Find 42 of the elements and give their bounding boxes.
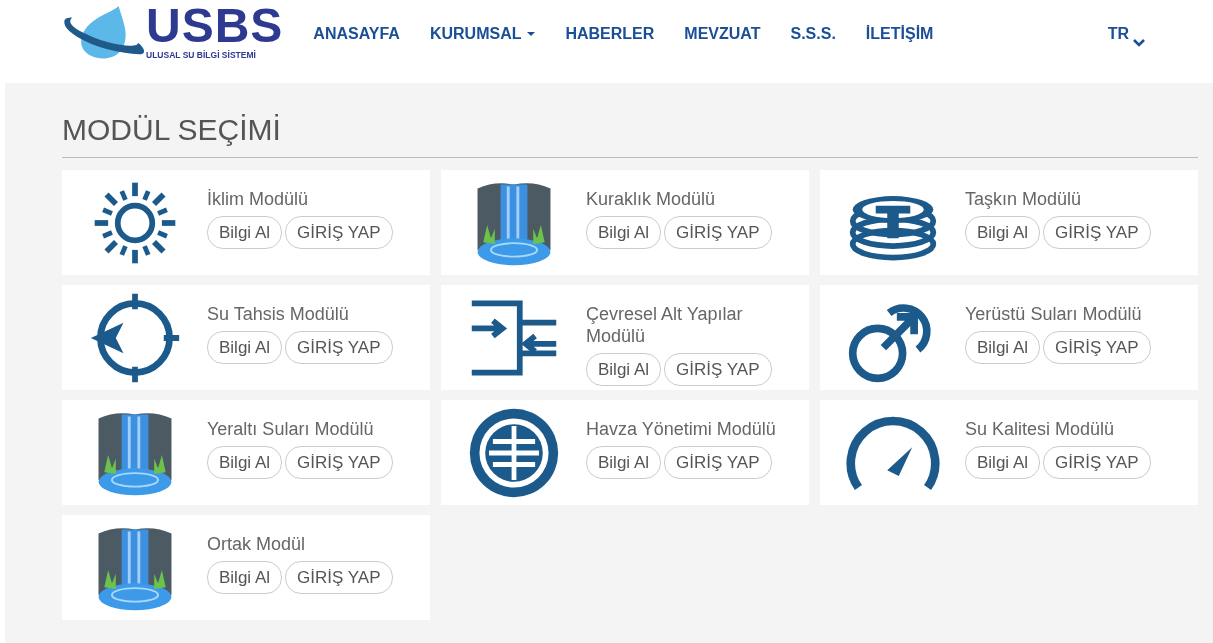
- module-button[interactable]: Bilgi Al: [207, 446, 283, 479]
- module-name: Çevresel Alt Yapılar Modülü: [586, 303, 744, 347]
- nav-link[interactable]: KURUMSAL: [429, 25, 536, 43]
- nav-link[interactable]: MEVZUAT: [684, 25, 761, 43]
- module-button[interactable]: GİRİŞ YAP: [664, 353, 772, 386]
- module-button[interactable]: GİRİŞ YAP: [285, 331, 393, 364]
- module-button[interactable]: Bilgi Al: [207, 561, 283, 594]
- module-button[interactable]: Bilgi Al: [965, 446, 1041, 479]
- module-button[interactable]: Bilgi Al: [965, 216, 1041, 249]
- module-button[interactable]: Bilgi Al: [965, 331, 1041, 364]
- logo-name: USBS: [146, 2, 284, 50]
- module-button[interactable]: GİRİŞ YAP: [1043, 331, 1151, 364]
- module-button[interactable]: GİRİŞ YAP: [1043, 216, 1151, 249]
- caret-icon: [527, 32, 536, 36]
- module-name: Yeraltı Suları Modülü: [207, 418, 375, 440]
- module-button[interactable]: GİRİŞ YAP: [1043, 446, 1151, 479]
- nav-link[interactable]: S.S.S.: [790, 25, 836, 43]
- module-button[interactable]: Bilgi Al: [586, 216, 662, 249]
- module-name: İklim Modülü: [207, 188, 310, 210]
- module-button[interactable]: Bilgi Al: [586, 353, 662, 386]
- module-name: Su Kalitesi Modülü: [965, 418, 1116, 440]
- language-selector[interactable]: TR: [1107, 25, 1129, 43]
- module-button[interactable]: Bilgi Al: [586, 446, 662, 479]
- module-button[interactable]: GİRİŞ YAP: [285, 561, 393, 594]
- module-name: Taşkın Modülü: [965, 188, 1083, 210]
- nav-link[interactable]: İLETİŞİM: [865, 25, 934, 43]
- module-button[interactable]: Bilgi Al: [207, 331, 283, 364]
- module-button[interactable]: GİRİŞ YAP: [664, 446, 772, 479]
- chevron-down-icon: [1133, 39, 1145, 47]
- module-name: Kuraklık Modülü: [586, 188, 717, 210]
- module-name: Su Tahsis Modülü: [207, 303, 350, 325]
- module-button[interactable]: GİRİŞ YAP: [285, 216, 393, 249]
- module-button[interactable]: GİRİŞ YAP: [664, 216, 772, 249]
- nav-link[interactable]: HABERLER: [565, 25, 655, 43]
- logo-subtitle: ULUSAL SU BİLGİ SİSTEMİ: [146, 50, 257, 60]
- module-name: Yerüstü Suları Modülü: [965, 303, 1143, 325]
- nav-link[interactable]: ANASAYFA: [313, 25, 400, 43]
- module-button[interactable]: GİRİŞ YAP: [285, 446, 393, 479]
- module-name: Havza Yönetimi Modülü: [586, 418, 777, 440]
- module-name: Ortak Modül: [207, 533, 307, 555]
- page-title: MODÜL SEÇİMİ: [62, 113, 1198, 158]
- module-button[interactable]: Bilgi Al: [207, 216, 283, 249]
